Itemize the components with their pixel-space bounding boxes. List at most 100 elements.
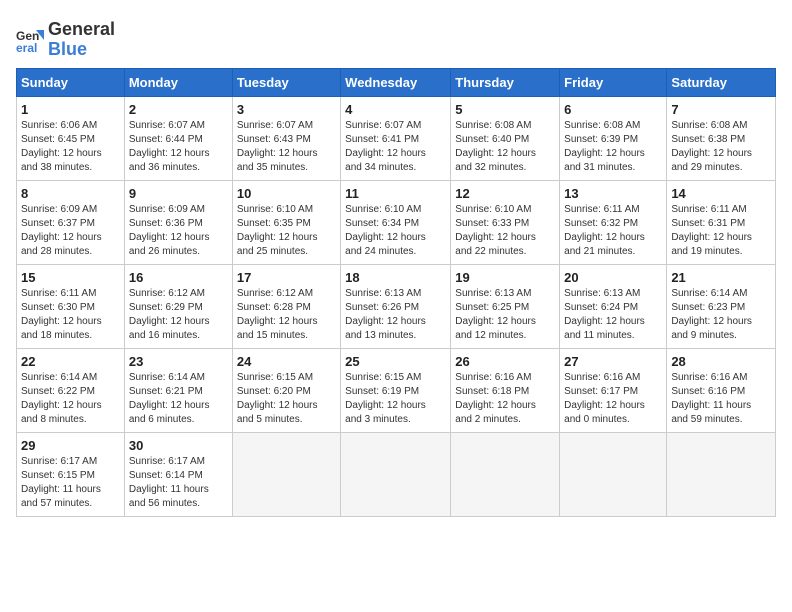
- day-number: 10: [237, 186, 336, 201]
- calendar-week-2: 8Sunrise: 6:09 AM Sunset: 6:37 PM Daylig…: [17, 180, 776, 264]
- day-number: 21: [671, 270, 771, 285]
- day-number: 26: [455, 354, 555, 369]
- calendar-week-3: 15Sunrise: 6:11 AM Sunset: 6:30 PM Dayli…: [17, 264, 776, 348]
- calendar-cell: 8Sunrise: 6:09 AM Sunset: 6:37 PM Daylig…: [17, 180, 125, 264]
- day-number: 16: [129, 270, 228, 285]
- page-header: Gen eral GeneralBlue: [16, 16, 776, 60]
- calendar-cell: 16 Sunrise: 6:12 AM Sunset: 6:29 PM Dayli…: [124, 264, 232, 348]
- calendar-cell: 6 Sunrise: 6:08 AM Sunset: 6:39 PM Daylig…: [560, 96, 667, 180]
- calendar-table: SundayMondayTuesdayWednesdayThursdayFrid…: [16, 68, 776, 517]
- day-info: Sunrise: 6:07 AM Sunset: 6:41 PM Dayligh…: [345, 119, 446, 175]
- day-info: Sunrise: 6:16 AM Sunset: 6:17 PM Dayligh…: [564, 371, 662, 427]
- day-info: Sunrise: 6:09 AM Sunset: 6:36 PM Dayligh…: [129, 203, 228, 259]
- day-info: Sunrise: 6:14 AM Sunset: 6:22 PM Dayligh…: [21, 371, 120, 427]
- day-info: Sunrise: 6:10 AM Sunset: 6:35 PM Dayligh…: [237, 203, 336, 259]
- calendar-cell: 19 Sunrise: 6:13 AM Sunset: 6:25 PM Dayli…: [451, 264, 560, 348]
- calendar-cell: 7 Sunrise: 6:08 AM Sunset: 6:38 PM Daylig…: [667, 96, 776, 180]
- day-info: Sunrise: 6:17 AM Sunset: 6:15 PM Dayligh…: [21, 455, 120, 511]
- day-info: Sunrise: 6:11 AM Sunset: 6:32 PM Dayligh…: [564, 203, 662, 259]
- weekday-header-tuesday: Tuesday: [232, 68, 340, 96]
- calendar-cell: [451, 432, 560, 516]
- calendar-cell: 27Sunrise: 6:16 AM Sunset: 6:17 PM Dayli…: [560, 348, 667, 432]
- day-info: Sunrise: 6:08 AM Sunset: 6:38 PM Dayligh…: [671, 119, 771, 175]
- day-number: 19: [455, 270, 555, 285]
- day-info: Sunrise: 6:09 AM Sunset: 6:37 PM Dayligh…: [21, 203, 120, 259]
- calendar-cell: 23Sunrise: 6:14 AM Sunset: 6:21 PM Dayli…: [124, 348, 232, 432]
- calendar-cell: [232, 432, 340, 516]
- calendar-cell: 29 Sunrise: 6:17 AM Sunset: 6:15 PM Dayli…: [17, 432, 125, 516]
- calendar-cell: 21 Sunrise: 6:14 AM Sunset: 6:23 PM Dayli…: [667, 264, 776, 348]
- day-info: Sunrise: 6:06 AM Sunset: 6:45 PM Dayligh…: [21, 119, 120, 175]
- day-number: 11: [345, 186, 446, 201]
- day-number: 5: [455, 102, 555, 117]
- day-number: 17: [237, 270, 336, 285]
- calendar-cell: 2 Sunrise: 6:07 AM Sunset: 6:44 PM Daylig…: [124, 96, 232, 180]
- logo-icon: Gen eral: [16, 26, 44, 54]
- calendar-cell: 20Sunrise: 6:13 AM Sunset: 6:24 PM Dayli…: [560, 264, 667, 348]
- day-info: Sunrise: 6:16 AM Sunset: 6:16 PM Dayligh…: [671, 371, 771, 427]
- day-info: Sunrise: 6:14 AM Sunset: 6:21 PM Dayligh…: [129, 371, 228, 427]
- calendar-cell: 12 Sunrise: 6:10 AM Sunset: 6:33 PM Dayli…: [451, 180, 560, 264]
- calendar-cell: [341, 432, 451, 516]
- calendar-week-5: 29 Sunrise: 6:17 AM Sunset: 6:15 PM Dayli…: [17, 432, 776, 516]
- calendar-cell: 22Sunrise: 6:14 AM Sunset: 6:22 PM Dayli…: [17, 348, 125, 432]
- logo: Gen eral GeneralBlue: [16, 20, 115, 60]
- calendar-week-4: 22Sunrise: 6:14 AM Sunset: 6:22 PM Dayli…: [17, 348, 776, 432]
- calendar-cell: 13 Sunrise: 6:11 AM Sunset: 6:32 PM Dayli…: [560, 180, 667, 264]
- calendar-cell: 4 Sunrise: 6:07 AM Sunset: 6:41 PM Daylig…: [341, 96, 451, 180]
- day-info: Sunrise: 6:17 AM Sunset: 6:14 PM Dayligh…: [129, 455, 228, 511]
- day-info: Sunrise: 6:08 AM Sunset: 6:40 PM Dayligh…: [455, 119, 555, 175]
- day-number: 24: [237, 354, 336, 369]
- day-number: 1: [21, 102, 120, 117]
- day-number: 15: [21, 270, 120, 285]
- day-number: 3: [237, 102, 336, 117]
- calendar-cell: 30 Sunrise: 6:17 AM Sunset: 6:14 PM Dayli…: [124, 432, 232, 516]
- calendar-cell: 3 Sunrise: 6:07 AM Sunset: 6:43 PM Daylig…: [232, 96, 340, 180]
- calendar-cell: 9 Sunrise: 6:09 AM Sunset: 6:36 PM Daylig…: [124, 180, 232, 264]
- day-number: 29: [21, 438, 120, 453]
- weekday-header-friday: Friday: [560, 68, 667, 96]
- svg-text:eral: eral: [16, 41, 37, 54]
- day-number: 4: [345, 102, 446, 117]
- day-number: 6: [564, 102, 662, 117]
- calendar-cell: 14 Sunrise: 6:11 AM Sunset: 6:31 PM Dayli…: [667, 180, 776, 264]
- calendar-cell: 10 Sunrise: 6:10 AM Sunset: 6:35 PM Dayli…: [232, 180, 340, 264]
- calendar-cell: 15Sunrise: 6:11 AM Sunset: 6:30 PM Dayli…: [17, 264, 125, 348]
- day-info: Sunrise: 6:12 AM Sunset: 6:28 PM Dayligh…: [237, 287, 336, 343]
- day-info: Sunrise: 6:15 AM Sunset: 6:19 PM Dayligh…: [345, 371, 446, 427]
- day-number: 30: [129, 438, 228, 453]
- day-number: 20: [564, 270, 662, 285]
- day-number: 12: [455, 186, 555, 201]
- day-number: 13: [564, 186, 662, 201]
- calendar-cell: [560, 432, 667, 516]
- day-info: Sunrise: 6:10 AM Sunset: 6:34 PM Dayligh…: [345, 203, 446, 259]
- calendar-cell: 24 Sunrise: 6:15 AM Sunset: 6:20 PM Dayli…: [232, 348, 340, 432]
- day-info: Sunrise: 6:14 AM Sunset: 6:23 PM Dayligh…: [671, 287, 771, 343]
- day-info: Sunrise: 6:13 AM Sunset: 6:25 PM Dayligh…: [455, 287, 555, 343]
- day-number: 7: [671, 102, 771, 117]
- day-number: 18: [345, 270, 446, 285]
- day-info: Sunrise: 6:10 AM Sunset: 6:33 PM Dayligh…: [455, 203, 555, 259]
- weekday-header-monday: Monday: [124, 68, 232, 96]
- day-info: Sunrise: 6:12 AM Sunset: 6:29 PM Dayligh…: [129, 287, 228, 343]
- weekday-header-sunday: Sunday: [17, 68, 125, 96]
- day-number: 28: [671, 354, 771, 369]
- day-info: Sunrise: 6:07 AM Sunset: 6:43 PM Dayligh…: [237, 119, 336, 175]
- calendar-week-1: 1 Sunrise: 6:06 AM Sunset: 6:45 PM Daylig…: [17, 96, 776, 180]
- day-info: Sunrise: 6:11 AM Sunset: 6:31 PM Dayligh…: [671, 203, 771, 259]
- day-number: 14: [671, 186, 771, 201]
- day-info: Sunrise: 6:07 AM Sunset: 6:44 PM Dayligh…: [129, 119, 228, 175]
- day-info: Sunrise: 6:16 AM Sunset: 6:18 PM Dayligh…: [455, 371, 555, 427]
- logo-text: GeneralBlue: [48, 20, 115, 60]
- day-number: 2: [129, 102, 228, 117]
- day-info: Sunrise: 6:08 AM Sunset: 6:39 PM Dayligh…: [564, 119, 662, 175]
- calendar-cell: 18 Sunrise: 6:13 AM Sunset: 6:26 PM Dayli…: [341, 264, 451, 348]
- calendar-cell: 1 Sunrise: 6:06 AM Sunset: 6:45 PM Daylig…: [17, 96, 125, 180]
- calendar-cell: 28 Sunrise: 6:16 AM Sunset: 6:16 PM Dayli…: [667, 348, 776, 432]
- day-number: 9: [129, 186, 228, 201]
- day-info: Sunrise: 6:13 AM Sunset: 6:26 PM Dayligh…: [345, 287, 446, 343]
- calendar-cell: 17 Sunrise: 6:12 AM Sunset: 6:28 PM Dayli…: [232, 264, 340, 348]
- day-info: Sunrise: 6:15 AM Sunset: 6:20 PM Dayligh…: [237, 371, 336, 427]
- calendar-cell: 26 Sunrise: 6:16 AM Sunset: 6:18 PM Dayli…: [451, 348, 560, 432]
- weekday-header-thursday: Thursday: [451, 68, 560, 96]
